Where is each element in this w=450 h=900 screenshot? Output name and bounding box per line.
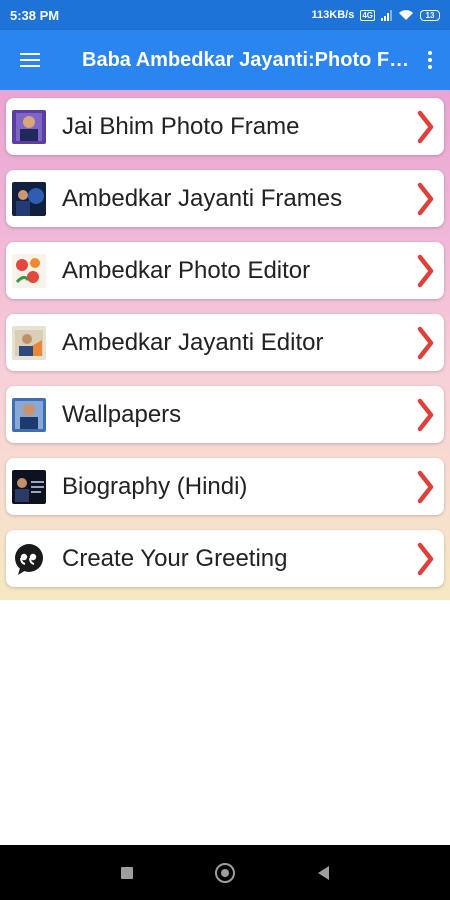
app-bar: Baba Ambedkar Jayanti:Photo Frame: [0, 30, 450, 90]
wallpaper-thumbnail-icon: [12, 397, 46, 432]
frame-thumbnail-icon: [12, 181, 46, 216]
chevron-right-icon: [417, 542, 434, 575]
portrait-thumbnail-icon: [12, 109, 46, 144]
menu-item-label: Ambedkar Jayanti Editor: [62, 328, 324, 356]
menu-item-create-your-greeting[interactable]: Create Your Greeting: [6, 530, 444, 587]
menu-item-biography-hindi[interactable]: Biography (Hindi): [6, 458, 444, 515]
back-button[interactable]: [317, 865, 329, 880]
chevron-right-icon: [417, 254, 434, 287]
quote-bubble-icon: [15, 543, 43, 575]
menu-icon[interactable]: [0, 30, 60, 90]
menu-item-label: Biography (Hindi): [62, 472, 248, 500]
signal-icon: [381, 9, 392, 21]
status-time: 5:38 PM: [10, 7, 60, 23]
menu-item-jai-bhim-photo-frame[interactable]: Jai Bhim Photo Frame: [6, 98, 444, 155]
overflow-menu-icon[interactable]: [410, 30, 450, 90]
menu-item-label: Ambedkar Jayanti Frames: [62, 184, 343, 212]
menu-item-ambedkar-photo-editor[interactable]: Ambedkar Photo Editor: [6, 242, 444, 299]
menu-item-label: Create Your Greeting: [62, 544, 288, 572]
app-title: Baba Ambedkar Jayanti:Photo Frame: [82, 48, 410, 71]
wifi-icon: [399, 10, 413, 20]
status-bar: 5:38 PM 113KB/s 4G 13: [0, 0, 450, 30]
flowers-thumbnail-icon: [12, 253, 46, 288]
home-button[interactable]: [215, 862, 236, 883]
feature-list: Jai Bhim Photo Frame Ambedkar Jayanti Fr…: [0, 90, 450, 587]
chevron-right-icon: [417, 398, 434, 431]
chevron-right-icon: [417, 326, 434, 359]
recents-button[interactable]: [121, 866, 134, 879]
battery-level: 13: [425, 10, 435, 20]
menu-item-label: Wallpapers: [62, 400, 182, 428]
chevron-right-icon: [417, 110, 434, 143]
main-content: Jai Bhim Photo Frame Ambedkar Jayanti Fr…: [0, 90, 450, 600]
menu-item-ambedkar-jayanti-editor[interactable]: Ambedkar Jayanti Editor: [6, 314, 444, 371]
status-icons: 113KB/s 4G 13: [312, 9, 440, 21]
chevron-right-icon: [417, 470, 434, 503]
biography-thumbnail-icon: [12, 469, 46, 504]
menu-item-ambedkar-jayanti-frames[interactable]: Ambedkar Jayanti Frames: [6, 170, 444, 227]
battery-icon: 13: [420, 9, 440, 21]
lte-badge: 4G: [360, 9, 375, 21]
menu-item-wallpapers[interactable]: Wallpapers: [6, 386, 444, 443]
menu-item-label: Jai Bhim Photo Frame: [62, 112, 300, 140]
menu-item-label: Ambedkar Photo Editor: [62, 256, 311, 284]
chevron-right-icon: [417, 182, 434, 215]
system-nav-bar: [0, 845, 450, 900]
editor-thumbnail-icon: [12, 325, 46, 360]
net-speed: 113KB/s: [311, 9, 355, 21]
